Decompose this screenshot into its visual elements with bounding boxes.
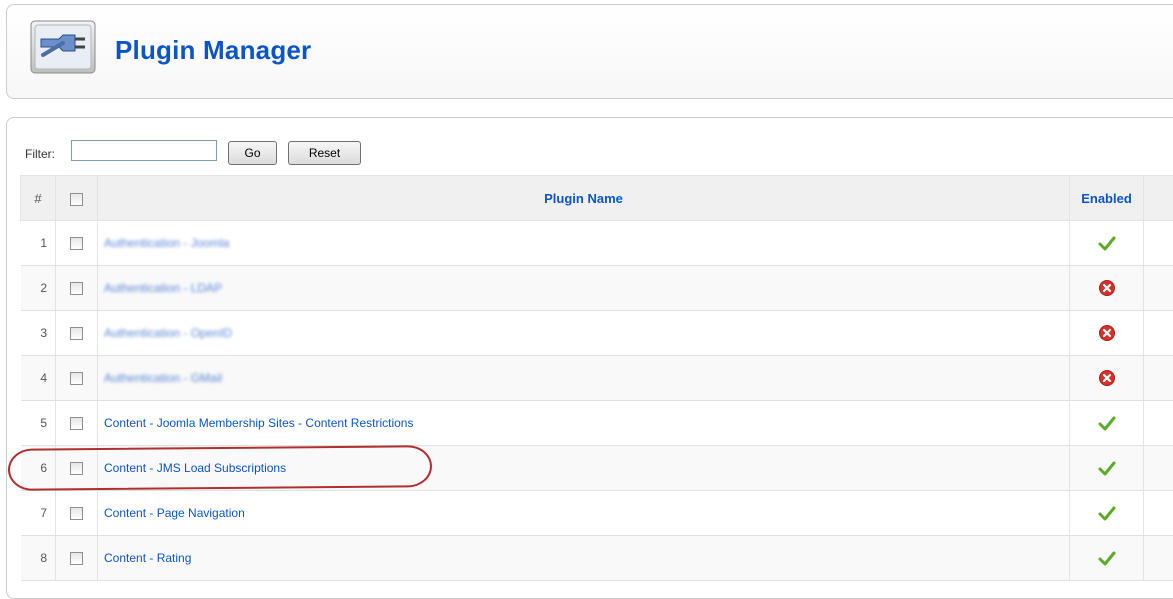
column-header-enabled[interactable]: Enabled	[1070, 176, 1144, 221]
table-row: 3 Authentication - OpenID	[21, 311, 1173, 356]
table-row: 4 Authentication - GMail	[21, 356, 1173, 401]
plugin-plug-icon	[29, 17, 99, 77]
row-select-cell	[56, 311, 98, 356]
plugin-name-link[interactable]: Authentication - LDAP	[104, 281, 222, 295]
column-header-number: #	[21, 176, 56, 221]
row-number: 4	[21, 356, 56, 401]
extra-cell	[1144, 266, 1173, 311]
row-select-cell	[56, 221, 98, 266]
enabled-check-icon[interactable]	[1098, 459, 1116, 477]
table-row: 8 Content - Rating	[21, 536, 1173, 581]
enabled-cell	[1070, 401, 1144, 446]
select-all-checkbox[interactable]	[70, 193, 83, 206]
row-checkbox[interactable]	[70, 237, 83, 250]
extra-cell	[1144, 446, 1173, 491]
extra-cell	[1144, 536, 1173, 581]
row-number: 3	[21, 311, 56, 356]
plugin-name-cell: Content - JMS Load Subscriptions	[98, 446, 1070, 491]
plugin-name-link[interactable]: Authentication - OpenID	[104, 326, 232, 340]
row-checkbox[interactable]	[70, 327, 83, 340]
plugin-name-cell: Authentication - Joomla	[98, 221, 1070, 266]
row-number: 2	[21, 266, 56, 311]
enabled-check-icon[interactable]	[1098, 549, 1116, 567]
extra-cell	[1144, 221, 1173, 266]
enabled-cell	[1070, 221, 1144, 266]
plugin-name-cell: Authentication - OpenID	[98, 311, 1070, 356]
plugin-name-cell: Authentication - LDAP	[98, 266, 1070, 311]
plugin-name-link[interactable]: Authentication - Joomla	[104, 236, 229, 250]
enabled-check-icon[interactable]	[1098, 414, 1116, 432]
row-checkbox[interactable]	[70, 372, 83, 385]
plugin-name-link[interactable]: Content - Page Navigation	[104, 506, 245, 520]
column-header-plugin-name[interactable]: Plugin Name	[98, 176, 1070, 221]
table-header-row: # Plugin Name Enabled	[21, 176, 1173, 221]
enabled-cell	[1070, 311, 1144, 356]
toolbar-header: Plugin Manager	[6, 4, 1173, 99]
page-title: Plugin Manager	[115, 35, 311, 66]
plugin-name-link[interactable]: Content - JMS Load Subscriptions	[104, 461, 286, 475]
reset-button[interactable]: Reset	[288, 141, 361, 165]
row-number: 1	[21, 221, 56, 266]
row-select-cell	[56, 266, 98, 311]
extra-cell	[1144, 356, 1173, 401]
row-number: 8	[21, 536, 56, 581]
row-select-cell	[56, 491, 98, 536]
go-button[interactable]: Go	[228, 141, 277, 165]
filter-label: Filter:	[25, 147, 55, 161]
row-select-cell	[56, 536, 98, 581]
row-select-cell	[56, 401, 98, 446]
plugin-name-link[interactable]: Authentication - GMail	[104, 371, 222, 385]
disabled-x-icon[interactable]	[1098, 369, 1116, 387]
table-row: 6 Content - JMS Load Subscriptions	[21, 446, 1173, 491]
plugin-name-link[interactable]: Content - Rating	[104, 551, 191, 565]
extra-cell	[1144, 311, 1173, 356]
plugin-table-body: 1 Authentication - Joomla 2 Authentication …	[21, 221, 1173, 581]
extra-cell	[1144, 401, 1173, 446]
plugin-name-cell: Authentication - GMail	[98, 356, 1070, 401]
enabled-check-icon[interactable]	[1098, 234, 1116, 252]
table-row: 1 Authentication - Joomla	[21, 221, 1173, 266]
row-select-cell	[56, 446, 98, 491]
table-row: 7 Content - Page Navigation	[21, 491, 1173, 536]
extra-cell	[1144, 491, 1173, 536]
enabled-cell	[1070, 491, 1144, 536]
enabled-cell	[1070, 446, 1144, 491]
row-checkbox[interactable]	[70, 462, 83, 475]
disabled-x-icon[interactable]	[1098, 324, 1116, 342]
enabled-cell	[1070, 356, 1144, 401]
column-header-extra	[1144, 176, 1173, 221]
enabled-check-icon[interactable]	[1098, 504, 1116, 522]
plugin-name-cell: Content - Joomla Membership Sites - Cont…	[98, 401, 1070, 446]
plugin-name-cell: Content - Page Navigation	[98, 491, 1070, 536]
table-row: 2 Authentication - LDAP	[21, 266, 1173, 311]
row-number: 6	[21, 446, 56, 491]
row-checkbox[interactable]	[70, 552, 83, 565]
plugin-name-cell: Content - Rating	[98, 536, 1070, 581]
plugin-name-link[interactable]: Content - Joomla Membership Sites - Cont…	[104, 416, 413, 430]
table-row: 5 Content - Joomla Membership Sites - Con…	[21, 401, 1173, 446]
column-header-select-all	[56, 176, 98, 221]
row-checkbox[interactable]	[70, 417, 83, 430]
enabled-cell	[1070, 536, 1144, 581]
row-checkbox[interactable]	[70, 282, 83, 295]
disabled-x-icon[interactable]	[1098, 279, 1116, 297]
row-number: 5	[21, 401, 56, 446]
enabled-cell	[1070, 266, 1144, 311]
filter-input[interactable]	[71, 140, 217, 161]
row-checkbox[interactable]	[70, 507, 83, 520]
plugin-table: # Plugin Name Enabled 1 Authentication - …	[20, 175, 1173, 581]
row-select-cell	[56, 356, 98, 401]
row-number: 7	[21, 491, 56, 536]
